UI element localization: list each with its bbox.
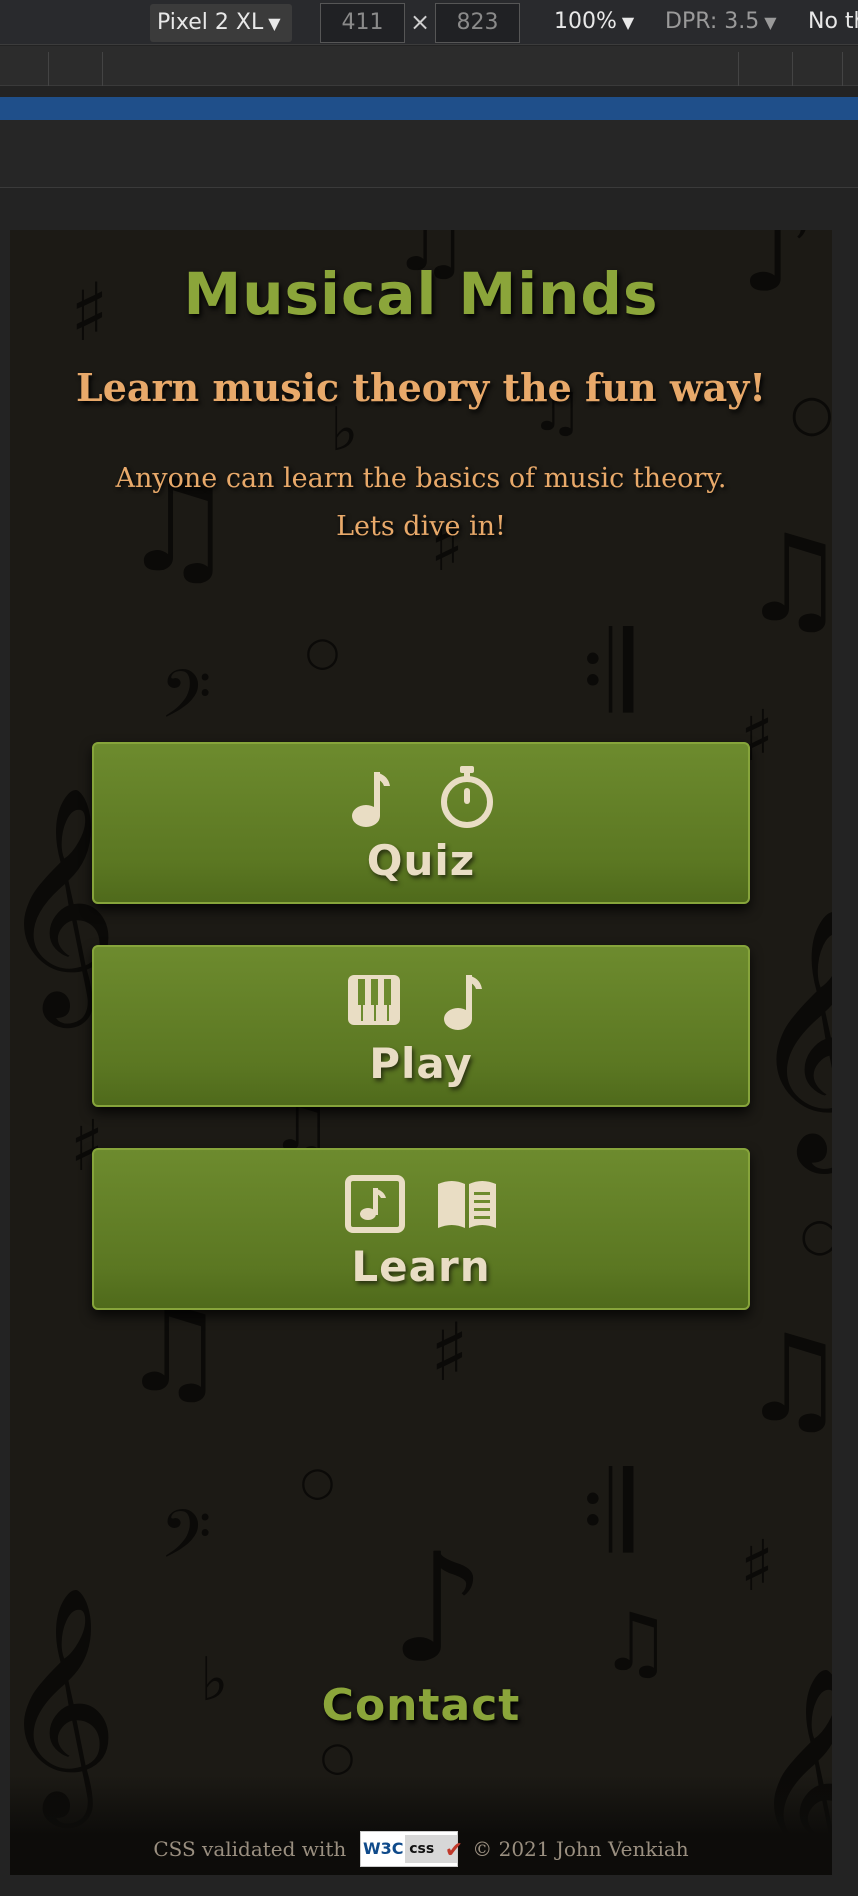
css-validated-text: CSS validated with (153, 1837, 347, 1861)
tagline: Learn music theory the fun way! (76, 365, 766, 410)
media-query-ruler (0, 46, 858, 86)
site-title[interactable]: Musical Minds (10, 260, 832, 328)
w3c-logo-text: W3C (362, 1839, 404, 1858)
svg-text:𝄞: 𝄞 (750, 906, 832, 1174)
learn-button-label: Learn (351, 1242, 491, 1291)
css-label: css (409, 1841, 435, 1857)
dropdown-arrow-icon: ▼ (268, 14, 281, 33)
svg-text:○: ○ (300, 1459, 335, 1505)
svg-text:♪: ♪ (390, 1522, 486, 1696)
dimension-separator: × (410, 8, 431, 36)
svg-text:○: ○ (800, 1208, 832, 1261)
learn-button-icons (94, 1168, 748, 1238)
piano-keys-icon (344, 967, 406, 1033)
checkmark-icon: ✔ (444, 1838, 464, 1863)
css-badge-text: css ✔ (405, 1835, 463, 1863)
svg-text:𝄢: 𝄢 (160, 656, 211, 749)
quiz-button[interactable]: Quiz (92, 742, 750, 904)
footer: CSS validated with W3C css ✔ © 2021 John … (10, 1775, 832, 1875)
svg-text:♯: ♯ (430, 1306, 469, 1399)
play-button-label: Play (369, 1039, 473, 1088)
svg-text:𝄇: 𝄇 (580, 1448, 634, 1576)
height-input[interactable]: 823 (435, 3, 520, 43)
svg-text:𝄇: 𝄇 (580, 608, 634, 736)
svg-text:♯: ♯ (740, 1525, 774, 1607)
svg-text:𝄢: 𝄢 (160, 1496, 211, 1589)
learn-button[interactable]: Learn (92, 1148, 750, 1310)
device-name: Pixel 2 XL (157, 10, 264, 35)
device-select[interactable]: Pixel 2 XL ▼ (150, 4, 292, 42)
stopwatch-icon (436, 764, 498, 830)
svg-text:○: ○ (320, 1734, 355, 1780)
width-input[interactable]: 411 (320, 3, 405, 43)
svg-text:○: ○ (305, 629, 340, 675)
zoom-value: 100% (554, 9, 617, 34)
device-viewport: ♪ ♫ ♯ ♭ ♫ ♫ ♯ ♫ ○ ○ 𝄢 𝄇 ♯ 𝄞 𝄞 ♯ ♫ ○ ♫ ♯ … (10, 230, 832, 1875)
copyright-text: © 2021 John Venkiah (472, 1837, 689, 1861)
music-sheet-icon (344, 1170, 406, 1236)
quiz-button-icons (94, 762, 748, 832)
play-button-icons (94, 965, 748, 1035)
contact-link[interactable]: Contact (10, 1680, 832, 1731)
zoom-select[interactable]: 100% ▼ (554, 0, 634, 45)
w3c-css-badge[interactable]: W3C css ✔ (360, 1831, 463, 1867)
dpr-select[interactable]: DPR: 3.5 ▼ (665, 0, 777, 45)
play-button[interactable]: Play (92, 945, 750, 1107)
throttle-select[interactable]: No th (808, 0, 858, 44)
intro-text: Anyone can learn the basics of music the… (115, 463, 727, 542)
quiz-button-label: Quiz (366, 836, 476, 885)
open-book-icon (436, 1170, 498, 1236)
footer-row: CSS validated with W3C css ✔ © 2021 John … (10, 1831, 832, 1867)
dropdown-arrow-icon: ▼ (621, 13, 635, 32)
dpr-value: DPR: 3.5 (665, 9, 760, 34)
dropdown-arrow-icon: ▼ (764, 13, 777, 32)
svg-text:♫: ♫ (740, 510, 832, 649)
music-note-icon (344, 764, 406, 830)
devtools-device-toolbar: Pixel 2 XL ▼ 411 × 823 100% ▼ DPR: 3.5 ▼ No… (0, 0, 858, 45)
media-query-bar[interactable] (0, 97, 858, 120)
devtools-ruler-area (0, 120, 858, 188)
svg-text:♫: ♫ (600, 1596, 672, 1689)
music-note-icon (436, 967, 498, 1033)
svg-text:♫: ♫ (740, 1310, 832, 1449)
